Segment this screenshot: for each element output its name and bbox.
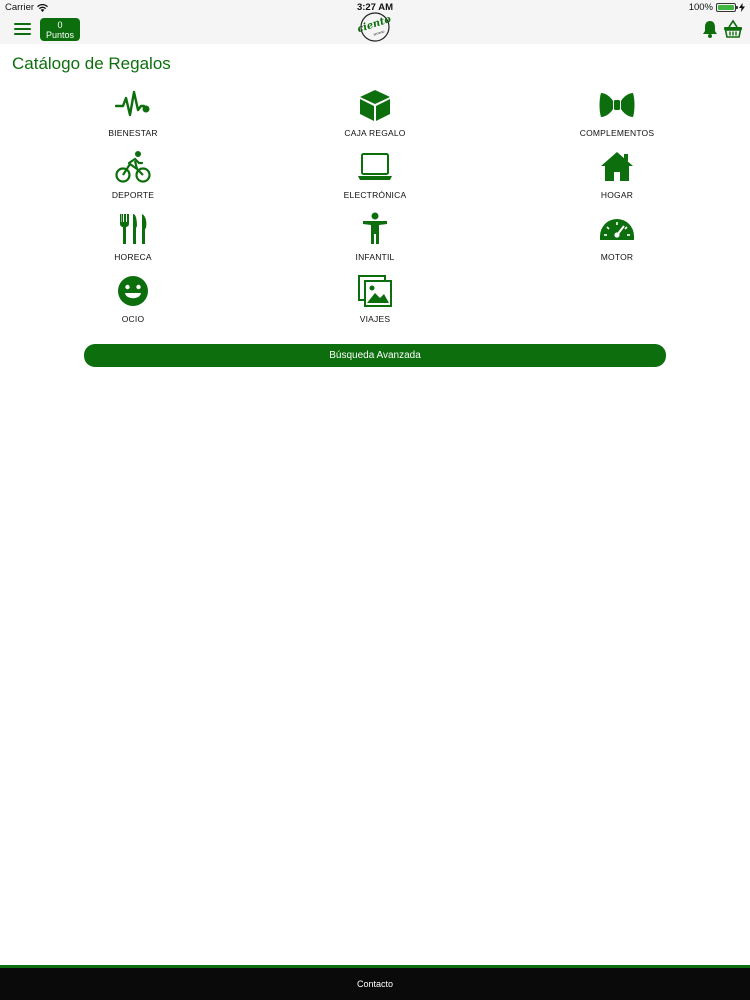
category-electronica[interactable]: ELECTRÓNICA	[305, 150, 445, 208]
smiley-icon	[118, 276, 148, 306]
category-label: OCIO	[121, 314, 145, 324]
bell-icon[interactable]	[700, 19, 720, 39]
advanced-search-button[interactable]: Búsqueda Avanzada	[84, 344, 666, 367]
category-label: CAJA REGALO	[344, 128, 406, 138]
category-label: BIENESTAR	[108, 128, 158, 138]
speedometer-icon	[600, 219, 634, 240]
battery-icon	[716, 3, 738, 12]
category-label: INFANTIL	[355, 252, 395, 262]
bow-tie-icon	[599, 93, 635, 117]
heartbeat-icon	[115, 90, 150, 117]
navigation-bar: 0 Puntos ciento terreno	[0, 11, 750, 44]
nav-actions	[700, 19, 743, 39]
cutlery-icon	[120, 214, 147, 244]
laptop-icon	[358, 153, 392, 180]
bicycle-icon	[115, 151, 151, 183]
category-deporte[interactable]: DEPORTE	[63, 150, 203, 208]
svg-text:terreno: terreno	[373, 29, 385, 36]
category-label: ELECTRÓNICA	[343, 190, 407, 200]
house-icon	[601, 152, 633, 181]
category-complementos[interactable]: COMPLEMENTOS	[547, 88, 687, 146]
category-motor[interactable]: MOTOR	[547, 212, 687, 270]
category-label: COMPLEMENTOS	[579, 128, 655, 138]
category-label: HOGAR	[600, 190, 634, 200]
category-infantil[interactable]: INFANTIL	[305, 212, 445, 270]
child-icon	[363, 212, 387, 244]
points-label: Puntos	[45, 30, 75, 40]
category-label: DEPORTE	[111, 190, 155, 200]
brand-logo[interactable]: ciento terreno	[357, 11, 393, 43]
category-horeca[interactable]: HORECA	[63, 212, 203, 270]
points-badge[interactable]: 0 Puntos	[40, 18, 80, 41]
points-value: 0	[57, 20, 63, 30]
page-title: Catálogo de Regalos	[12, 54, 171, 73]
category-label: VIAJES	[359, 314, 391, 324]
hamburger-menu-icon[interactable]	[14, 23, 31, 35]
shopping-basket-icon[interactable]	[723, 19, 743, 39]
battery-percent: 100%	[688, 2, 713, 13]
battery-status: 100%	[689, 2, 745, 13]
category-label: HORECA	[114, 252, 152, 262]
category-bienestar[interactable]: BIENESTAR	[63, 88, 203, 146]
category-viajes[interactable]: VIAJES	[305, 274, 445, 332]
category-hogar[interactable]: HOGAR	[547, 150, 687, 208]
category-label: MOTOR	[600, 252, 634, 262]
gift-box-icon	[360, 90, 390, 121]
category-ocio[interactable]: OCIO	[63, 274, 203, 332]
charging-bolt-icon	[739, 3, 745, 12]
category-caja-regalo[interactable]: CAJA REGALO	[305, 88, 445, 146]
photos-icon	[358, 275, 392, 307]
contact-footer-button[interactable]: Contacto	[0, 968, 750, 1000]
